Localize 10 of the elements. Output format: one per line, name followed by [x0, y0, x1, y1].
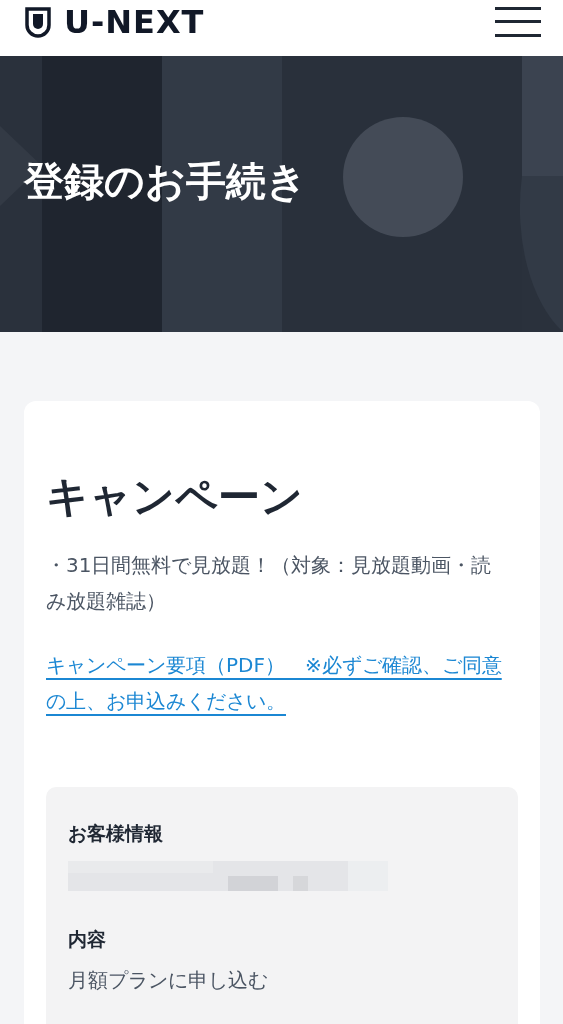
campaign-title: キャンペーン: [46, 471, 304, 523]
logo-text[interactable]: U-NEXT: [64, 3, 205, 41]
summary-label: お客様情報: [68, 821, 164, 846]
page-title: 登録のお手続き: [24, 156, 307, 206]
summary-label: 内容: [68, 927, 107, 952]
campaign-terms-link[interactable]: キャンペーン要項（PDF） ※必ずご確認、ご同意の上、お申込みください。: [46, 647, 506, 719]
logo-shield-icon: [24, 6, 52, 38]
summary-value: 月額プランに申し込む: [68, 967, 269, 994]
campaign-description: ・31日間無料で見放題！（対象：見放題動画・読み放題雑誌）: [46, 552, 493, 615]
menu-icon[interactable]: [495, 7, 541, 37]
